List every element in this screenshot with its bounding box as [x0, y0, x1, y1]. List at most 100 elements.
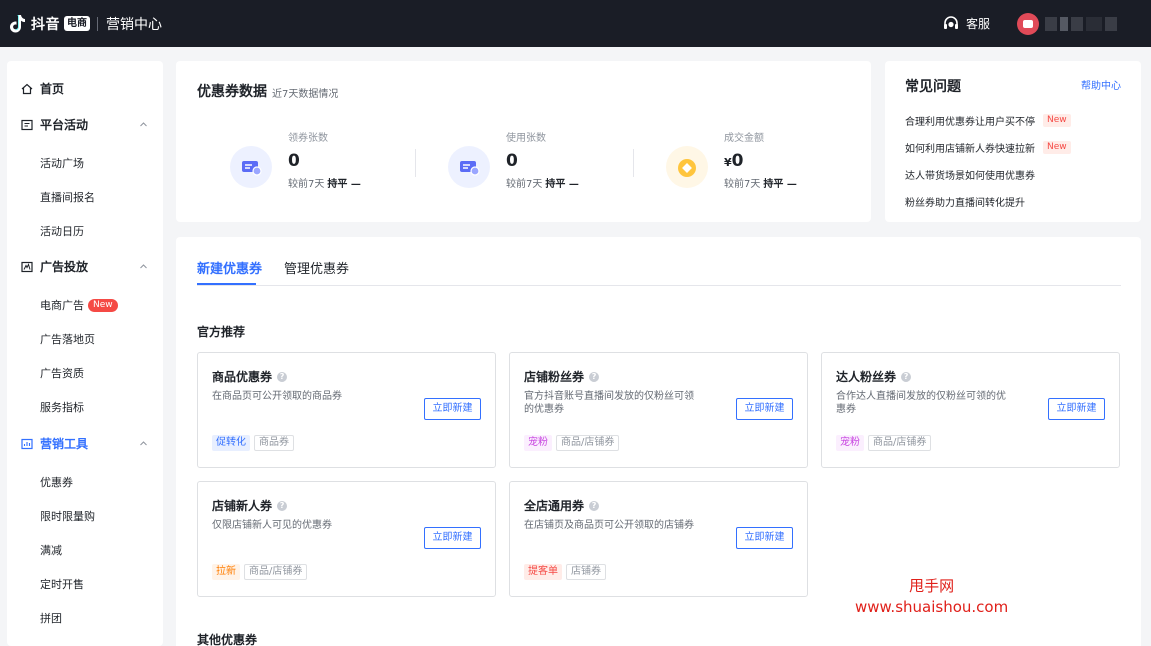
sidebar-item-label: 活动广场 — [40, 157, 84, 170]
sidebar-item-ad-qualification[interactable]: 广告资质 — [40, 365, 84, 381]
coupon-scope-tag: 店铺券 — [566, 564, 606, 580]
sidebar-item-label: 限时限量购 — [40, 510, 95, 523]
chevron-up-icon[interactable] — [139, 439, 148, 448]
logo-separator — [97, 16, 98, 31]
create-now-button[interactable]: 立即新建 — [424, 398, 481, 420]
coupon-purpose-tag: 提客单 — [524, 564, 562, 580]
coin-icon — [666, 146, 708, 188]
sidebar-item-label: 广告落地页 — [40, 333, 95, 346]
coupon-stats-card: 优惠券数据 近7天数据情况 领券张数 0 较前7天 持平 — 使用张数 0 较前7… — [176, 61, 871, 222]
logo-text: 抖音 — [31, 16, 60, 33]
sidebar-item-flash-sale[interactable]: 限时限量购 — [40, 508, 95, 524]
douyin-logo-icon — [10, 14, 25, 32]
faq-item[interactable]: 达人带货场景如何使用优惠券 — [905, 167, 1035, 182]
coupon-title: 店铺粉丝券? — [524, 368, 600, 385]
sidebar-group-ads[interactable]: 广告投放 — [21, 258, 147, 275]
stat-compare: 较前7天 持平 — — [288, 179, 361, 190]
help-icon[interactable]: ? — [589, 371, 600, 382]
coupon-tags: 促转化 商品券 — [212, 435, 294, 451]
stat-compare: 较前7天 持平 — — [724, 179, 797, 190]
sidebar-item-label: 活动日历 — [40, 225, 84, 238]
faq-item[interactable]: 粉丝券助力直播间转化提升 — [905, 194, 1025, 209]
help-icon[interactable]: ? — [277, 500, 288, 511]
create-now-button[interactable]: 立即新建 — [1048, 398, 1105, 420]
sidebar-item-activity-calendar[interactable]: 活动日历 — [40, 223, 84, 239]
sidebar-item-label: 拼团 — [40, 612, 62, 625]
sidebar-item-service-metrics[interactable]: 服务指标 — [40, 399, 84, 415]
stats-title: 优惠券数据 — [197, 84, 267, 100]
stat-divider — [415, 149, 416, 177]
coupon-card-shop-fans: 店铺粉丝券? 官方抖音账号直播间发放的仅粉丝可领的优惠券 立即新建 宠粉 商品/… — [509, 352, 808, 468]
coupon-purpose-tag: 宠粉 — [836, 435, 864, 451]
tab-create-coupon[interactable]: 新建优惠券 — [197, 258, 262, 277]
stats-subtitle: 近7天数据情况 — [272, 89, 339, 100]
new-badge: New — [88, 298, 118, 312]
sidebar-item-label: 电商广告 — [40, 299, 84, 312]
section-other: 其他优惠券 — [197, 633, 258, 646]
faq-item[interactable]: 合理利用优惠券让用户买不停 New — [905, 113, 1071, 128]
ad-icon — [21, 261, 33, 272]
help-center-link[interactable]: 帮助中心 — [1081, 77, 1121, 92]
watermark-line1: 甩手网 — [909, 577, 955, 595]
faq-card: 常见问题 帮助中心 合理利用优惠券让用户买不停 New 如何利用店铺新人券快速拉… — [885, 61, 1141, 222]
coupon-title: 全店通用券? — [524, 497, 600, 514]
coupon-scope-tag: 商品/店铺券 — [868, 435, 932, 451]
sidebar-item-label: 直播间报名 — [40, 191, 95, 204]
stat-revenue: 成交金额 ¥0 较前7天 持平 — — [666, 129, 866, 190]
sidebar-group-label: 广告投放 — [40, 260, 89, 274]
user-name-masked[interactable] — [1045, 16, 1117, 31]
sidebar-item-label: 服务指标 — [40, 401, 84, 414]
stat-value: ¥0 — [724, 151, 744, 171]
tab-active-indicator — [197, 283, 256, 285]
watermark-line2: www.shuaishou.com — [855, 598, 1009, 616]
chevron-up-icon[interactable] — [139, 262, 148, 271]
help-icon[interactable]: ? — [277, 371, 288, 382]
coupon-purpose-tag: 促转化 — [212, 435, 250, 451]
activity-icon — [21, 119, 33, 130]
top-bar: 抖音 电商 营销中心 客服 — [0, 0, 1151, 47]
create-now-button[interactable]: 立即新建 — [736, 527, 793, 549]
sidebar-group-platform[interactable]: 平台活动 — [21, 116, 147, 133]
sidebar-item-label: 定时开售 — [40, 578, 84, 591]
tab-divider — [197, 285, 1121, 286]
coupon-desc: 官方抖音账号直播间发放的仅粉丝可领的优惠券 — [524, 391, 694, 415]
coupon-desc: 在商品页可公开领取的商品券 — [212, 391, 342, 402]
tab-manage-coupon[interactable]: 管理优惠券 — [284, 258, 349, 277]
sidebar-item-live-signup[interactable]: 直播间报名 — [40, 189, 95, 205]
customer-service-button[interactable]: 客服 — [942, 15, 990, 33]
tools-icon — [21, 438, 33, 449]
ticket-used-icon — [448, 146, 490, 188]
home-icon — [21, 83, 33, 94]
sidebar-item-group-buy[interactable]: 拼团 — [40, 610, 62, 626]
sidebar-item-scheduled-sale[interactable]: 定时开售 — [40, 576, 84, 592]
sidebar-item-full-reduction[interactable]: 满减 — [40, 542, 62, 558]
coupon-tags: 宠粉 商品/店铺券 — [836, 435, 932, 451]
sidebar-item-label: 满减 — [40, 544, 62, 557]
sidebar-item-ecommerce-ads[interactable]: 电商广告 New — [40, 297, 118, 313]
help-icon[interactable]: ? — [901, 371, 912, 382]
sidebar-item-coupons[interactable]: 优惠券 — [40, 474, 73, 490]
logo[interactable]: 抖音 电商 — [9, 14, 90, 34]
coupon-scope-tag: 商品券 — [254, 435, 294, 451]
stat-divider — [633, 149, 634, 177]
create-now-button[interactable]: 立即新建 — [424, 527, 481, 549]
coupon-purpose-tag: 宠粉 — [524, 435, 552, 451]
headset-icon — [943, 15, 958, 29]
sidebar-group-tools[interactable]: 营销工具 — [21, 435, 147, 452]
user-avatar[interactable] — [1017, 12, 1039, 35]
help-icon[interactable]: ? — [589, 500, 600, 511]
stat-value: 0 — [506, 151, 518, 171]
top-right-area: 客服 — [942, 0, 1151, 47]
chevron-up-icon[interactable] — [139, 120, 148, 129]
logo-badge: 电商 — [64, 16, 90, 31]
create-now-button[interactable]: 立即新建 — [736, 398, 793, 420]
sidebar: 首页 平台活动 活动广场 直播间报名 活动日历 广告投放 电商广告 New 广告… — [7, 61, 163, 646]
faq-item[interactable]: 如何利用店铺新人券快速拉新 New — [905, 140, 1071, 155]
faq-item-text: 合理利用优惠券让用户买不停 — [905, 117, 1035, 128]
faq-item-text: 达人带货场景如何使用优惠券 — [905, 171, 1035, 182]
sidebar-item-activity-plaza[interactable]: 活动广场 — [40, 155, 84, 171]
sidebar-item-ad-landing[interactable]: 广告落地页 — [40, 331, 95, 347]
sidebar-item-label: 广告资质 — [40, 367, 84, 380]
watermark: 甩手网 www.shuaishou.com — [855, 576, 1008, 618]
sidebar-item-home[interactable]: 首页 — [21, 80, 64, 97]
